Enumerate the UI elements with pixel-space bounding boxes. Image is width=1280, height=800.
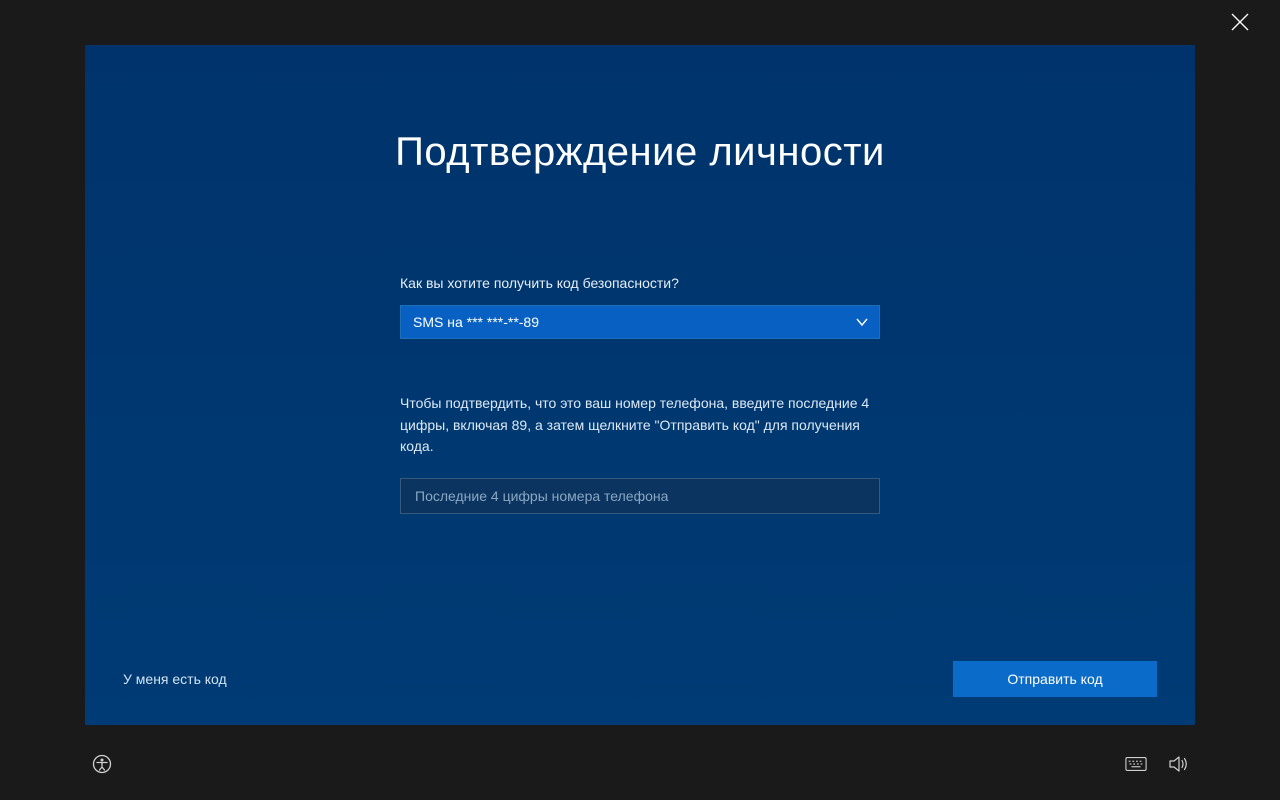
page-title: Подтверждение личности — [85, 130, 1195, 175]
keyboard-icon — [1125, 756, 1147, 772]
keyboard-button[interactable] — [1125, 753, 1147, 775]
form-column: Как вы хотите получить код безопасности?… — [400, 275, 880, 514]
panel-footer: У меня есть код Отправить код — [123, 661, 1157, 697]
verification-method-select[interactable]: SMS на *** ***-**-89 — [400, 305, 880, 339]
verification-method-value: SMS на *** ***-**-89 — [413, 314, 539, 330]
ease-of-access-icon — [91, 753, 113, 775]
last4-input-wrapper[interactable] — [400, 478, 880, 514]
oobe-taskbar — [85, 746, 1195, 782]
volume-button[interactable] — [1167, 753, 1189, 775]
ease-of-access-button[interactable] — [91, 753, 113, 775]
method-label: Как вы хотите получить код безопасности? — [400, 275, 880, 291]
close-icon — [1230, 12, 1250, 32]
instructions-text: Чтобы подтвердить, что это ваш номер тел… — [400, 393, 880, 458]
last4-input[interactable] — [413, 487, 867, 505]
chevron-down-icon — [855, 315, 869, 329]
close-button[interactable] — [1230, 12, 1250, 32]
oobe-panel: Подтверждение личности Как вы хотите пол… — [85, 45, 1195, 725]
send-code-button[interactable]: Отправить код — [953, 661, 1157, 697]
have-code-link[interactable]: У меня есть код — [123, 671, 227, 687]
volume-icon — [1167, 753, 1189, 775]
